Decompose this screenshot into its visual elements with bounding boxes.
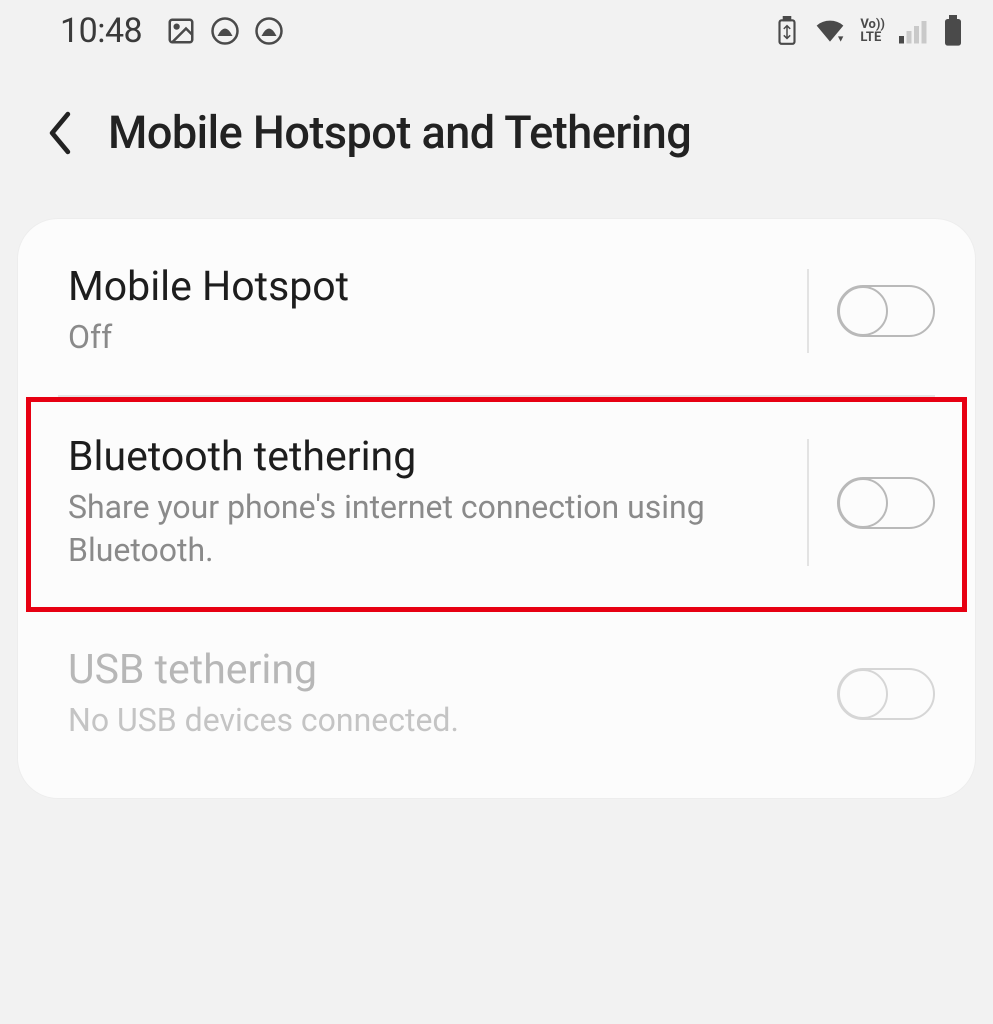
row-title: USB tethering: [68, 646, 815, 695]
status-left: 10:48: [60, 11, 284, 51]
status-time: 10:48: [60, 11, 142, 51]
divider: [58, 608, 935, 610]
toggle-bluetooth-tethering[interactable]: [837, 477, 935, 529]
app-icon-2: [254, 16, 284, 46]
row-title: Mobile Hotspot: [68, 263, 779, 312]
back-button[interactable]: [36, 109, 84, 157]
row-bluetooth-tethering-wrap: Bluetooth tethering Share your phone's i…: [18, 403, 975, 603]
volte-icon: Vo)) LTE: [860, 18, 885, 44]
app-icon-1: [210, 16, 240, 46]
battery-icon: [943, 15, 963, 47]
row-bluetooth-tethering[interactable]: Bluetooth tethering Share your phone's i…: [18, 403, 975, 603]
row-text: Mobile Hotspot Off: [68, 263, 779, 359]
row-text: USB tethering No USB devices connected.: [68, 646, 815, 742]
wifi-icon: [814, 17, 846, 45]
image-icon: [166, 16, 196, 46]
row-subtitle: Share your phone's internet connection u…: [68, 486, 779, 572]
row-text: Bluetooth tethering Share your phone's i…: [68, 433, 779, 573]
divider: [58, 395, 935, 397]
row-title: Bluetooth tethering: [68, 433, 779, 482]
vertical-divider: [807, 439, 809, 567]
vertical-divider: [807, 269, 809, 353]
settings-card: Mobile Hotspot Off Bluetooth tethering S…: [18, 219, 975, 798]
row-subtitle: No USB devices connected.: [68, 699, 815, 742]
page-title: Mobile Hotspot and Tethering: [108, 106, 691, 159]
toggle-mobile-hotspot[interactable]: [837, 285, 935, 337]
title-bar: Mobile Hotspot and Tethering: [0, 58, 993, 191]
chevron-left-icon: [45, 111, 75, 155]
row-subtitle: Off: [68, 316, 779, 359]
status-right: Vo)) LTE: [774, 15, 963, 47]
toggle-usb-tethering: [837, 668, 935, 720]
recycle-battery-icon: [774, 16, 800, 46]
row-usb-tethering: USB tethering No USB devices connected.: [18, 616, 975, 772]
status-bar: 10:48 Vo)) LTE: [0, 0, 993, 58]
signal-icon: [899, 18, 929, 44]
row-mobile-hotspot[interactable]: Mobile Hotspot Off: [18, 233, 975, 389]
